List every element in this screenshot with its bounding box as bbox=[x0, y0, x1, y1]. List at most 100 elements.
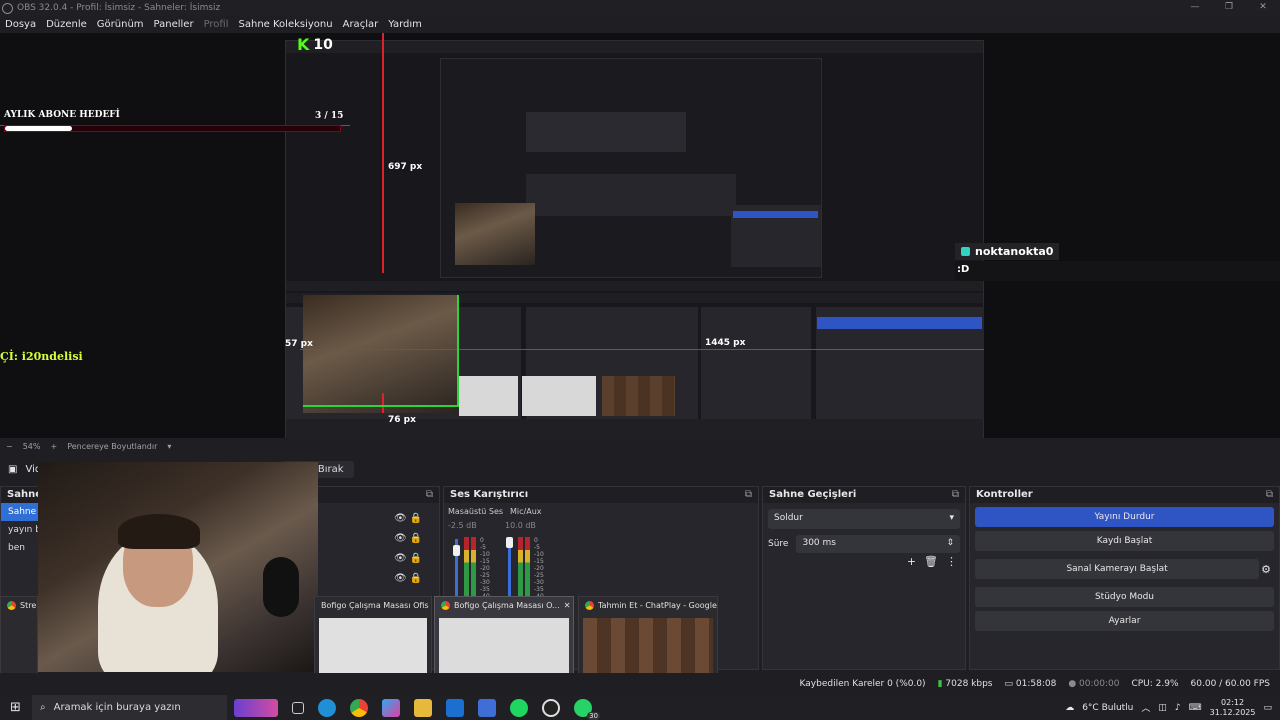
mic-volume-knob[interactable] bbox=[506, 537, 513, 548]
chevron-down-icon: ▾ bbox=[949, 513, 954, 523]
obs-icon[interactable] bbox=[542, 698, 560, 717]
close-icon[interactable]: ✕ bbox=[1246, 0, 1280, 15]
db-tick: 0 bbox=[534, 537, 538, 544]
controls-dock: Kontroller ⧉ Yayını Durdur Kaydı Başlat S… bbox=[969, 486, 1280, 670]
windows-start-icon[interactable]: ⊞ bbox=[10, 700, 21, 715]
taskbar-search[interactable]: ⌕ Aramak için buraya yazın bbox=[32, 695, 227, 720]
dropped-frames: Kaybedilen Kareler 0 (%0.0) bbox=[799, 679, 926, 689]
trash-icon[interactable]: 🗑 bbox=[924, 555, 938, 568]
spotify-icon[interactable] bbox=[510, 698, 528, 717]
signal-icon: ▮ bbox=[937, 679, 943, 689]
add-icon[interactable]: + bbox=[907, 555, 916, 568]
studio-mode-button[interactable]: Stüdyo Modu bbox=[975, 587, 1274, 607]
clock-date: 31.12.2025 bbox=[1209, 707, 1256, 717]
zoom-level: 54% bbox=[22, 441, 41, 451]
scale-mode[interactable]: Pencereye Boyutlandır bbox=[67, 442, 157, 451]
scene-item-sahne[interactable]: Sahne bbox=[1, 503, 39, 521]
gear-icon[interactable]: ⚙ bbox=[1261, 563, 1271, 576]
zoom-in-icon[interactable]: + bbox=[50, 442, 57, 451]
db-tick: -30 bbox=[534, 579, 544, 586]
menu-paneller[interactable]: Paneller bbox=[149, 19, 199, 30]
dock-popout-icon[interactable]: ⧉ bbox=[1266, 489, 1273, 501]
start-virtual-camera-button[interactable]: Sanal Kamerayı Başlat bbox=[975, 559, 1260, 579]
measure-bottom: 76 px bbox=[388, 415, 416, 425]
chat-username: noktanokta0 bbox=[955, 243, 1060, 260]
desktop-volume-knob[interactable] bbox=[453, 545, 460, 556]
close-icon[interactable]: ✕ bbox=[564, 601, 571, 610]
webcam-preview-mid bbox=[303, 295, 459, 413]
settings-button[interactable]: Ayarlar bbox=[975, 611, 1274, 631]
clock-time: 02:12 bbox=[1221, 697, 1245, 707]
spin-icon[interactable]: ⇕ bbox=[946, 538, 954, 550]
channel-desktop-name: Masaüstü Ses bbox=[448, 507, 504, 516]
measure-height: 697 px bbox=[388, 162, 423, 172]
news-widget-icon[interactable] bbox=[234, 698, 278, 717]
whatsapp-badge: 30 bbox=[587, 711, 600, 720]
transitions-title: Sahne Geçişleri bbox=[769, 489, 857, 500]
kick-logo-icon: K bbox=[297, 35, 310, 54]
menu-yardim[interactable]: Yardım bbox=[383, 19, 427, 30]
dock-popout-icon[interactable]: ⧉ bbox=[745, 489, 752, 501]
obs-logo-icon bbox=[2, 2, 13, 14]
status-bar: Kaybedilen Kareler 0 (%0.0) ▮ 7028 kbps … bbox=[0, 673, 1280, 695]
outlook-icon[interactable] bbox=[446, 698, 464, 717]
search-placeholder: Aramak için buraya yazın bbox=[53, 702, 181, 713]
rec-time: ● 00:00:00 bbox=[1068, 679, 1119, 689]
preview-title: Tahmin Et - ChatPlay - Google ... bbox=[598, 601, 717, 610]
chrome-icon bbox=[7, 601, 16, 610]
rec-icon: ● bbox=[1068, 679, 1077, 689]
preview-canvas[interactable]: AYLIK ABONE HEDEFİ 3 / 15 Çİ: i20ndelisi… bbox=[0, 33, 1280, 438]
transition-type: Soldur bbox=[774, 513, 803, 523]
camera-icon: ▣ bbox=[8, 463, 18, 475]
maximize-icon[interactable]: ❐ bbox=[1212, 0, 1246, 15]
whatsapp-icon[interactable]: 30 bbox=[574, 698, 600, 720]
zoom-out-icon[interactable]: − bbox=[6, 442, 13, 451]
thumb-desk-2 bbox=[522, 376, 596, 416]
edge-icon[interactable] bbox=[318, 698, 336, 717]
menu-duzenle[interactable]: Düzenle bbox=[41, 19, 92, 30]
copilot-icon[interactable] bbox=[382, 698, 400, 717]
tray-overflow-icon[interactable]: ︿ bbox=[1141, 701, 1150, 714]
source-visibility-icons[interactable]: 👁 🔒 👁 🔒 👁 🔒 👁 🔒 bbox=[394, 509, 422, 589]
language-icon[interactable]: ⌨ bbox=[1189, 703, 1202, 713]
store-icon[interactable] bbox=[478, 698, 496, 717]
chat-message: :D bbox=[955, 261, 1280, 281]
transition-select[interactable]: Soldur ▾ bbox=[768, 509, 960, 529]
weather[interactable]: 6°C Bulutlu bbox=[1082, 703, 1133, 713]
chrome-icon bbox=[441, 601, 450, 610]
start-recording-button[interactable]: Kaydı Başlat bbox=[975, 531, 1274, 551]
minimize-icon[interactable]: — bbox=[1178, 0, 1212, 15]
file-explorer-icon[interactable] bbox=[414, 698, 432, 717]
db-tick: -25 bbox=[534, 572, 544, 579]
network-icon[interactable]: ◫ bbox=[1158, 703, 1167, 713]
chrome-icon[interactable] bbox=[350, 698, 368, 717]
dock-popout-icon[interactable]: ⧉ bbox=[426, 489, 433, 501]
menu-sahne-koleksiyonu[interactable]: Sahne Koleksiyonu bbox=[234, 19, 338, 30]
task-view-icon[interactable] bbox=[292, 701, 304, 714]
channel-mic-db: 10.0 dB bbox=[505, 521, 536, 530]
volume-icon[interactable]: ♪ bbox=[1175, 703, 1181, 713]
mic-volume-slider[interactable] bbox=[508, 539, 511, 601]
db-tick: -10 bbox=[534, 551, 544, 558]
channel-mic-name: Mic/Aux bbox=[510, 507, 542, 516]
dock-popout-icon[interactable]: ⧉ bbox=[952, 489, 959, 501]
cloud-icon[interactable]: ☁ bbox=[1065, 703, 1074, 713]
more-icon[interactable]: ⋮ bbox=[946, 555, 957, 568]
title-bar: OBS 32.0.4 - Profil: İsimsiz - Sahneler:… bbox=[0, 0, 1280, 16]
mic-db-scale: 0-5-10-15-20-25-30-35-40 bbox=[534, 537, 544, 600]
menu-gorunum[interactable]: Görünüm bbox=[92, 19, 149, 30]
menu-araclar[interactable]: Araçlar bbox=[338, 19, 384, 30]
chevron-down-icon[interactable]: ▾ bbox=[167, 442, 171, 451]
menu-dosya[interactable]: Dosya bbox=[0, 19, 41, 30]
notification-icon[interactable]: ▭ bbox=[1263, 703, 1272, 713]
preview-title: Bofigo Çalışma Masası O... bbox=[454, 601, 560, 610]
menu-profil[interactable]: Profil bbox=[199, 19, 234, 30]
duration-input[interactable]: 300 ms ⇕ bbox=[796, 535, 960, 553]
transitions-dock: Sahne Geçişleri ⧉ Soldur ▾ Süre 300 ms ⇕ + … bbox=[762, 486, 966, 670]
stop-stream-button[interactable]: Yayını Durdur bbox=[975, 507, 1274, 527]
db-tick: -15 bbox=[480, 558, 490, 565]
clock[interactable]: 02:12 31.12.2025 bbox=[1210, 698, 1256, 718]
duration-label: Süre bbox=[768, 539, 789, 549]
measure-left: 57 px bbox=[285, 339, 313, 349]
fps: 60.00 / 60.00 FPS bbox=[1190, 679, 1270, 689]
